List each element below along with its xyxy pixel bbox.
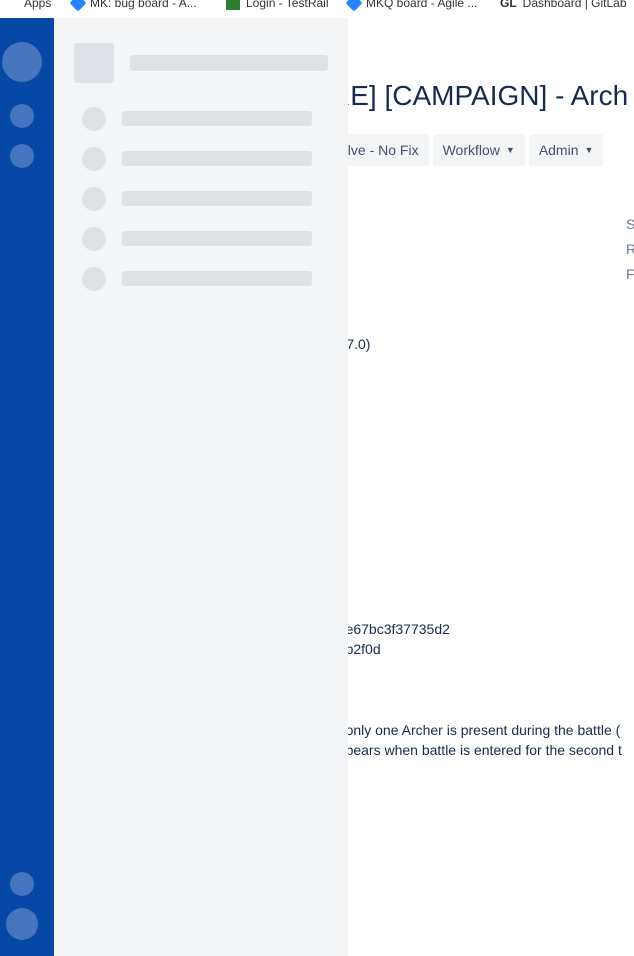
- bookmark-mkq-board[interactable]: MKQ board - Agile ...: [345, 0, 478, 12]
- skeleton-item-icon: [82, 147, 106, 171]
- skeleton-item-label: [122, 111, 312, 126]
- global-navigation: [0, 18, 54, 956]
- apps-grid-icon: [4, 0, 18, 10]
- admin-dropdown[interactable]: Admin ▼: [528, 134, 604, 166]
- bookmarks-bar: Apps MK: bug board - A... Login - TestRa…: [0, 0, 634, 18]
- product-logo-icon[interactable]: [2, 42, 42, 82]
- description-line: appears when battle is entered for the s…: [330, 742, 622, 758]
- skeleton-item-icon: [82, 267, 106, 291]
- jira-diamond-icon: [345, 0, 363, 12]
- project-sidebar-skeleton: [54, 18, 348, 956]
- chevron-down-icon: ▼: [584, 145, 594, 155]
- jira-diamond-icon: [69, 0, 87, 12]
- bookmark-mk-bug-board[interactable]: MK: bug board - A...: [69, 0, 197, 12]
- skeleton-item-label: [122, 231, 312, 246]
- skeleton-item-icon: [82, 227, 106, 251]
- skeleton-item-label: [122, 151, 312, 166]
- bookmark-label: Dashboard | GitLab: [522, 0, 627, 10]
- description-line: at only one Archer is present during the…: [330, 722, 621, 738]
- skeleton-project-title: [130, 55, 328, 71]
- bookmark-testrail[interactable]: Login - TestRail: [226, 0, 329, 12]
- bookmark-label: MK: bug board - A...: [90, 0, 197, 10]
- admin-label: Admin: [538, 142, 579, 158]
- workflow-label: Workflow: [442, 142, 500, 158]
- resolve-no-fix-label: olve - No Fix: [340, 142, 419, 158]
- skeleton-item-icon: [82, 107, 106, 131]
- search-icon[interactable]: [10, 104, 34, 128]
- gitlab-icon: GL: [500, 0, 517, 10]
- skeleton-item-icon: [82, 187, 106, 211]
- help-icon[interactable]: [10, 872, 34, 896]
- bookmark-label: Login - TestRail: [246, 0, 329, 10]
- testrail-icon: [226, 0, 240, 10]
- skeleton-project-avatar: [74, 43, 114, 83]
- bookmark-gitlab[interactable]: GL Dashboard | GitLab: [500, 0, 627, 12]
- issue-toolbar: olve - No Fix Workflow ▼ Admin ▼: [330, 134, 604, 166]
- avatar[interactable]: [6, 908, 38, 940]
- workflow-dropdown[interactable]: Workflow ▼: [432, 134, 525, 166]
- skeleton-item-label: [122, 271, 312, 286]
- people-field-label: R: [626, 241, 634, 257]
- bookmark-apps[interactable]: Apps: [4, 0, 51, 12]
- people-field-label: S: [626, 216, 634, 232]
- skeleton-item-label: [122, 191, 312, 206]
- bookmark-label: MKQ board - Agile ...: [366, 0, 478, 10]
- issue-title: RE] [CAMPAIGN] - Arch: [330, 80, 629, 111]
- people-field-label: F: [626, 266, 634, 282]
- create-icon[interactable]: [10, 144, 34, 168]
- bookmark-label: Apps: [24, 0, 52, 10]
- chevron-down-icon: ▼: [505, 145, 515, 155]
